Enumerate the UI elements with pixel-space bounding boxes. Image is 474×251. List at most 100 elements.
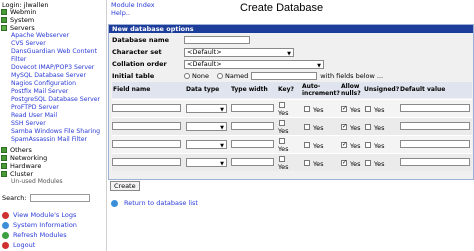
module-link[interactable]: Read User Mail	[11, 112, 57, 119]
unsigned-checkbox[interactable]	[365, 124, 371, 130]
module-link[interactable]: DansGuardian Web Content	[11, 48, 97, 55]
view-logs-link[interactable]: View Module's Logs	[2, 211, 76, 220]
left-frame: Login: jlwallen Webmin System Servers Ap…	[0, 0, 107, 251]
default-value-input[interactable]	[400, 158, 470, 166]
expand-icon	[1, 163, 7, 169]
help-link[interactable]: Help..	[111, 10, 130, 17]
field-name-input[interactable]	[112, 140, 181, 148]
type-width-input[interactable]	[231, 104, 274, 112]
logout-icon	[2, 242, 9, 249]
expand-icon	[1, 155, 7, 161]
auto-increment-checkbox[interactable]	[304, 160, 310, 166]
unsigned-checkbox[interactable]	[365, 142, 371, 148]
module-link[interactable]: Samba Windows File Sharing	[11, 128, 100, 135]
key-checkbox[interactable]	[279, 156, 285, 162]
logout-link[interactable]: Logout	[2, 241, 35, 250]
data-type-select[interactable]: ▼	[186, 122, 227, 131]
category-others[interactable]: Others	[1, 146, 32, 154]
chevron-down-icon: ▼	[287, 50, 291, 57]
refresh-modules-link[interactable]: Refresh Modules	[2, 231, 67, 240]
field-name-input[interactable]	[112, 104, 181, 112]
initial-table-row: Initial table None Named with fields bel…	[112, 72, 384, 80]
category-system[interactable]: System	[1, 16, 34, 24]
database-name-label: Database name	[112, 36, 170, 44]
module-link[interactable]: MySQL Database Server	[11, 72, 86, 79]
module-link[interactable]: Nagios Configuration	[11, 80, 76, 87]
collation-select[interactable]: <Default> ▼	[184, 59, 324, 69]
charset-label: Character set	[112, 48, 162, 56]
expand-icon	[1, 171, 7, 177]
return-to-database-list-link[interactable]: Return to database list	[111, 199, 198, 207]
category-networking[interactable]: Networking	[1, 154, 47, 162]
unused-modules-link[interactable]: Un-used Modules	[11, 178, 63, 185]
field-name-input[interactable]	[112, 122, 181, 130]
field-row: ▼ Yes Yes Yes Yes	[112, 117, 472, 135]
collation-label: Collation order	[112, 60, 167, 68]
chevron-down-icon: ▼	[220, 107, 224, 113]
auto-increment-checkbox[interactable]	[304, 124, 310, 130]
data-type-select[interactable]: ▼	[186, 158, 227, 167]
module-link[interactable]: Filter	[11, 56, 26, 63]
database-name-row: Database name	[112, 35, 250, 45]
system-information-link[interactable]: System Information	[2, 221, 77, 230]
allow-nulls-checkbox[interactable]	[341, 159, 347, 166]
module-link[interactable]: SSH Server	[11, 120, 46, 127]
field-row: ▼ Yes Yes Yes Yes	[112, 153, 472, 171]
named-radio[interactable]	[216, 73, 223, 79]
search-label: Search:	[2, 194, 27, 202]
module-link[interactable]: SpamAssassin Mail Filter	[11, 136, 87, 143]
field-name-input[interactable]	[112, 158, 181, 166]
unsigned-checkbox[interactable]	[365, 106, 371, 112]
database-name-input[interactable]	[184, 36, 250, 44]
default-value-input[interactable]	[400, 122, 470, 130]
type-width-input[interactable]	[231, 140, 274, 148]
panel-header: New database options	[109, 25, 473, 33]
refresh-icon	[2, 232, 9, 239]
module-link[interactable]: CVS Server	[11, 40, 46, 47]
default-value-input[interactable]	[400, 104, 470, 112]
default-value-input[interactable]	[400, 140, 470, 148]
auto-increment-checkbox[interactable]	[304, 106, 310, 112]
page-title: Create Database	[240, 2, 324, 14]
category-servers[interactable]: Servers	[1, 24, 35, 32]
type-width-input[interactable]	[231, 158, 274, 166]
charset-row: Character set <Default> ▼	[112, 47, 294, 57]
module-index-link[interactable]: Module Index	[111, 2, 155, 9]
category-cluster[interactable]: Cluster	[1, 170, 33, 178]
none-radio[interactable]	[184, 73, 190, 79]
key-checkbox[interactable]	[279, 102, 285, 108]
allow-nulls-checkbox[interactable]	[341, 141, 347, 148]
chevron-down-icon: ▼	[317, 62, 321, 69]
initial-table-label: Initial table	[112, 72, 155, 80]
data-type-select[interactable]: ▼	[186, 104, 227, 113]
create-button[interactable]: Create	[110, 181, 140, 191]
module-link[interactable]: ProFTPD Server	[11, 104, 59, 111]
category-webmin[interactable]: Webmin	[1, 8, 36, 16]
auto-increment-checkbox[interactable]	[304, 142, 310, 148]
info-icon	[2, 222, 9, 229]
category-hardware[interactable]: Hardware	[1, 162, 41, 170]
key-checkbox[interactable]	[279, 120, 285, 126]
allow-nulls-checkbox[interactable]	[341, 123, 347, 130]
table-name-input[interactable]	[251, 72, 318, 80]
logs-icon	[2, 212, 9, 219]
module-link[interactable]: PostgreSQL Database Server	[11, 96, 100, 103]
new-database-options-panel: New database options Database name Chara…	[108, 24, 474, 180]
expand-icon	[1, 9, 7, 15]
field-row: ▼ Yes Yes Yes Yes	[112, 99, 472, 117]
chevron-down-icon: ▼	[220, 143, 224, 149]
fields-table-header: Field name Data type Type width Key? Aut…	[112, 82, 472, 98]
allow-nulls-checkbox[interactable]	[341, 105, 347, 112]
chevron-down-icon: ▼	[220, 125, 224, 131]
module-link[interactable]: Apache Webserver	[11, 32, 69, 39]
data-type-select[interactable]: ▼	[186, 140, 227, 149]
expand-icon	[1, 147, 7, 153]
module-link[interactable]: Dovecot IMAP/POP3 Server	[11, 64, 94, 71]
charset-select[interactable]: <Default> ▼	[184, 47, 294, 57]
key-checkbox[interactable]	[279, 138, 285, 144]
unsigned-checkbox[interactable]	[365, 160, 371, 166]
search-input[interactable]	[29, 194, 90, 202]
expand-icon	[1, 17, 7, 23]
type-width-input[interactable]	[231, 122, 274, 130]
module-link[interactable]: Postfix Mail Server	[11, 88, 68, 95]
